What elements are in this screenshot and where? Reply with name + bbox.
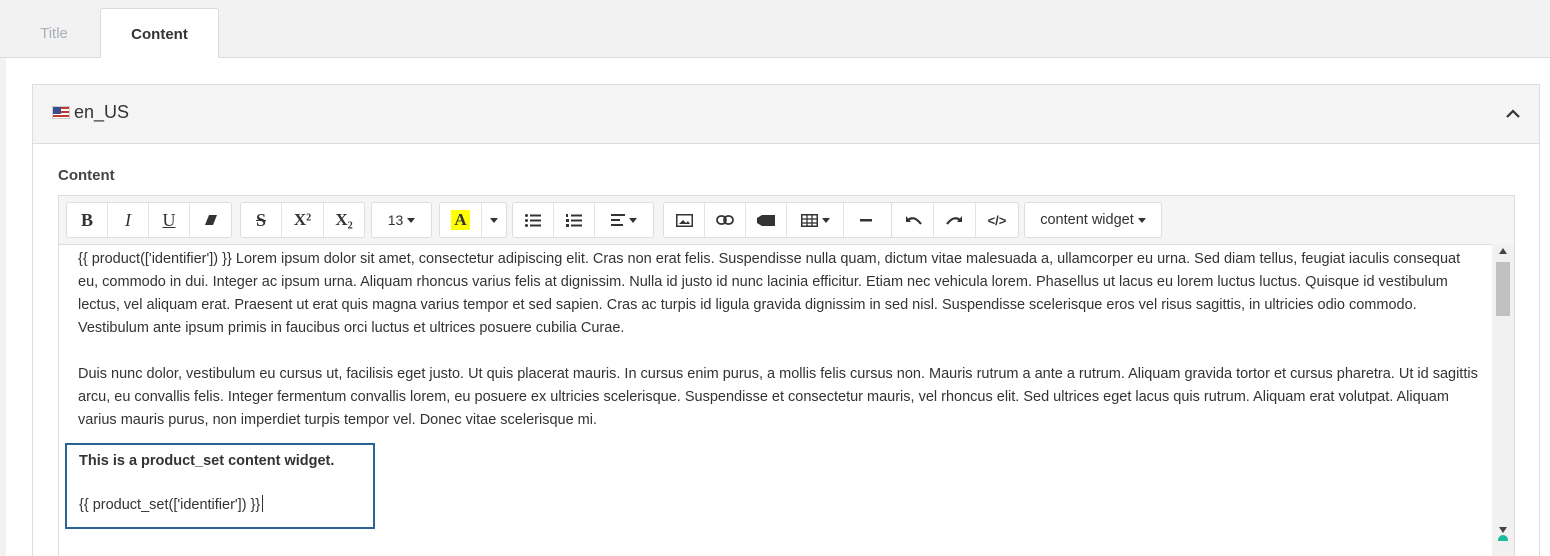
content-widget-dropdown[interactable]: content widget bbox=[1025, 203, 1161, 237]
highlight-dropdown[interactable] bbox=[482, 203, 506, 237]
eraser-icon bbox=[204, 215, 217, 225]
caret-down-icon bbox=[821, 217, 830, 223]
editor-resize-icon[interactable] bbox=[1498, 535, 1508, 541]
text-effects-group: S X² X₂ bbox=[240, 202, 365, 238]
editor-paragraph-1[interactable]: {{ product(['identifier']) }} Lorem ipsu… bbox=[78, 248, 1478, 340]
align-dropdown[interactable] bbox=[595, 203, 653, 237]
italic-button[interactable]: I bbox=[108, 203, 149, 237]
eraser-button[interactable] bbox=[190, 203, 231, 237]
font-size-group: 13 bbox=[371, 202, 432, 238]
paragraph-group bbox=[512, 202, 654, 238]
widget-title: This is a product_set content widget. bbox=[79, 453, 335, 469]
font-size-value: 13 bbox=[387, 212, 404, 228]
chevron-up-icon[interactable] bbox=[1506, 109, 1520, 119]
widget-code-line[interactable]: {{ product_set(['identifier']) }} bbox=[79, 495, 264, 513]
font-size-dropdown[interactable]: 13 bbox=[372, 203, 431, 237]
us-flag-icon bbox=[52, 106, 70, 119]
highlight-letter: A bbox=[451, 210, 470, 230]
widget-code: {{ product_set(['identifier']) }} bbox=[79, 497, 261, 513]
locale-panel-header[interactable]: en_US bbox=[33, 85, 1539, 144]
table-icon bbox=[800, 213, 818, 227]
caret-down-icon bbox=[407, 217, 416, 223]
locale-label: en_US bbox=[74, 102, 130, 122]
font-style-group: B I U bbox=[66, 202, 232, 238]
product-set-widget[interactable]: This is a product_set content widget. {{… bbox=[65, 443, 375, 529]
insert-image-button[interactable] bbox=[664, 203, 705, 237]
tab-bar: Title Content bbox=[0, 0, 1550, 59]
underline-button[interactable]: U bbox=[149, 203, 190, 237]
locale-panel: en_US Content B I U S X² X₂ 13 A </> con… bbox=[32, 84, 1540, 556]
content-widget-label: content widget bbox=[1040, 212, 1134, 228]
code-view-button[interactable]: </> bbox=[976, 203, 1018, 237]
tab-title[interactable]: Title bbox=[8, 8, 100, 59]
highlight-button[interactable]: A bbox=[440, 203, 482, 237]
undo-icon bbox=[905, 215, 922, 225]
insert-video-button[interactable] bbox=[746, 203, 787, 237]
undo-button[interactable] bbox=[892, 203, 934, 237]
editor-content-area[interactable]: {{ product(['identifier']) }} Lorem ipsu… bbox=[59, 244, 1493, 556]
caret-down-icon bbox=[629, 217, 637, 223]
numbered-list-button[interactable] bbox=[554, 203, 595, 237]
horizontal-rule-button[interactable] bbox=[844, 203, 888, 237]
scrollbar-thumb[interactable] bbox=[1496, 262, 1510, 316]
caret-down-icon bbox=[1137, 217, 1146, 223]
tab-content[interactable]: Content bbox=[100, 8, 219, 59]
subscript-button[interactable]: X₂ bbox=[324, 203, 364, 237]
scroll-up-arrow-icon[interactable] bbox=[1499, 248, 1507, 254]
insert-table-dropdown[interactable] bbox=[787, 203, 844, 237]
link-icon bbox=[716, 215, 734, 225]
caret-down-icon bbox=[490, 217, 498, 223]
content-widget-group: content widget bbox=[1024, 202, 1162, 238]
horizontal-rule-icon bbox=[860, 218, 872, 221]
bullet-list-button[interactable] bbox=[513, 203, 554, 237]
highlight-group: A bbox=[439, 202, 507, 238]
vertical-scrollbar[interactable] bbox=[1492, 244, 1514, 556]
editor-paragraph-2[interactable]: Duis nunc dolor, vestibulum eu cursus ut… bbox=[78, 363, 1478, 432]
bullet-list-icon bbox=[525, 213, 541, 227]
tab-content-pane: en_US Content B I U S X² X₂ 13 A </> con… bbox=[6, 58, 1550, 556]
content-field-label: Content bbox=[58, 167, 115, 184]
redo-button[interactable] bbox=[934, 203, 976, 237]
bold-button[interactable]: B bbox=[67, 203, 108, 237]
video-icon bbox=[757, 214, 775, 226]
superscript-button[interactable]: X² bbox=[282, 203, 324, 237]
strikethrough-button[interactable]: S bbox=[241, 203, 282, 237]
align-left-icon bbox=[611, 214, 625, 226]
editor-toolbar: B I U S X² X₂ 13 A </> content widget bbox=[59, 196, 1514, 244]
history-group: </> bbox=[891, 202, 1019, 238]
image-icon bbox=[675, 213, 693, 227]
insert-link-button[interactable] bbox=[705, 203, 746, 237]
redo-icon bbox=[945, 215, 962, 225]
rich-text-editor: B I U S X² X₂ 13 A </> content widget {{… bbox=[58, 195, 1515, 556]
scroll-down-arrow-icon[interactable] bbox=[1499, 527, 1507, 533]
numbered-list-icon bbox=[566, 213, 582, 227]
text-cursor bbox=[262, 495, 264, 512]
